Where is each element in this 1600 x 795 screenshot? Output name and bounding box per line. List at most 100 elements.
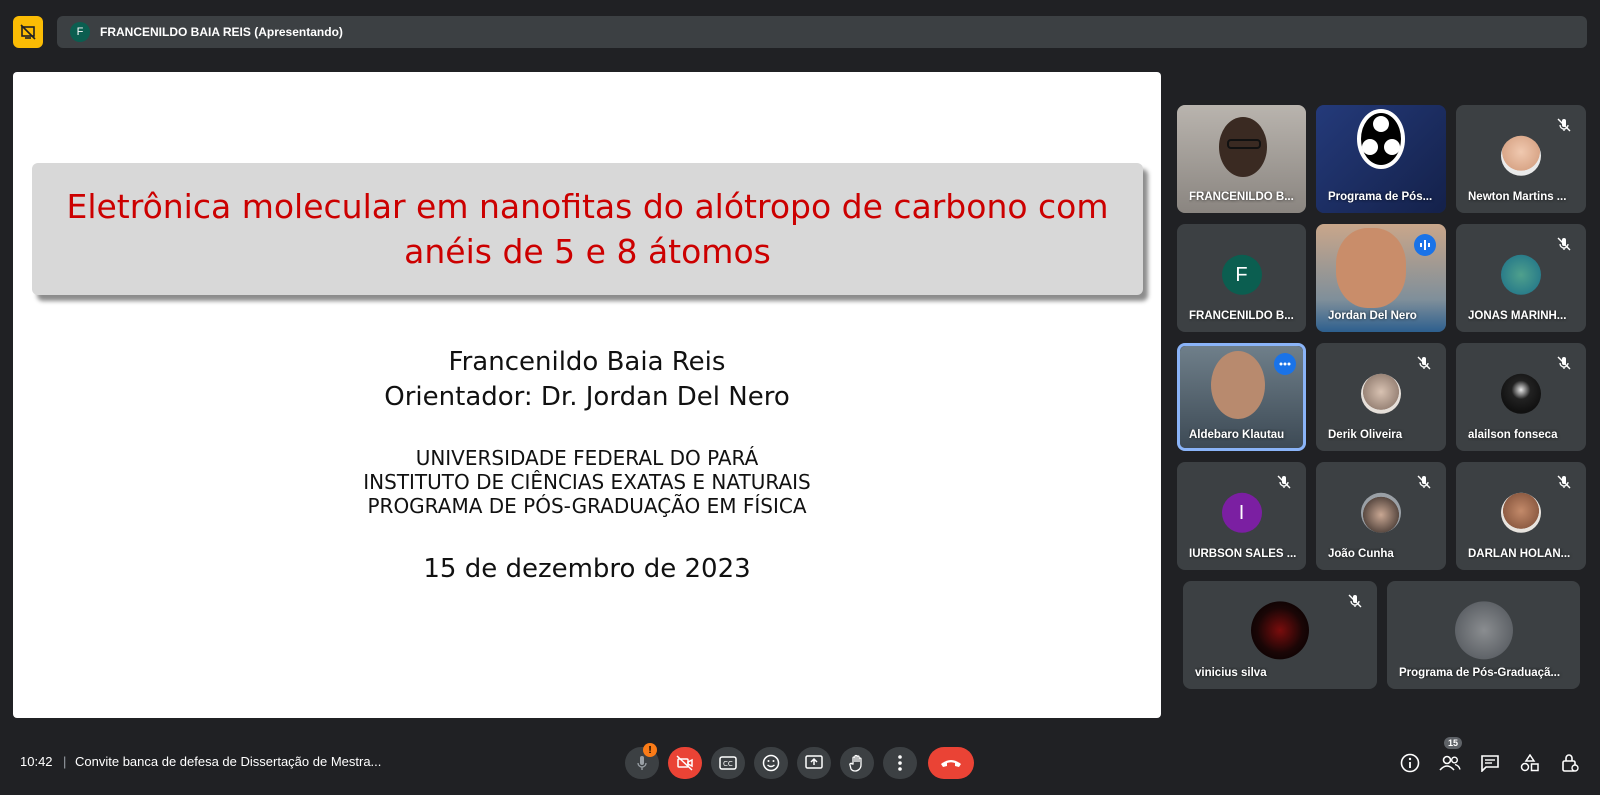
participant-name: DARLAN HOLAN... — [1468, 548, 1571, 560]
participant-tile[interactable]: vinicius silva — [1183, 581, 1377, 689]
slide-institution: UNIVERSIDADE FEDERAL DO PARÁ INSTITUTO D… — [13, 446, 1161, 518]
participant-tile[interactable]: alailson fonseca — [1456, 343, 1586, 451]
participant-tile[interactable]: JONAS MARINH... — [1456, 224, 1586, 332]
mic-off-icon — [1557, 356, 1571, 370]
institution-line: PROGRAMA DE PÓS-GRADUAÇÃO EM FÍSICA — [367, 494, 807, 518]
participant-tile[interactable]: F FRANCENILDO B... — [1177, 224, 1306, 332]
microphone-button[interactable]: ! — [625, 743, 659, 779]
participant-name: IURBSON SALES ... — [1189, 548, 1297, 560]
emoji-icon — [762, 754, 780, 772]
hand-icon — [849, 754, 862, 772]
svg-text:CC: CC — [723, 760, 733, 768]
presenter-bar: F FRANCENILDO BAIA REIS (Apresentando) — [57, 16, 1587, 48]
participant-avatar — [1361, 373, 1401, 414]
more-options-icon[interactable] — [1274, 353, 1296, 375]
obs-logo-icon — [1357, 109, 1405, 169]
participant-tile[interactable]: João Cunha — [1316, 462, 1446, 570]
chat-button[interactable] — [1476, 749, 1504, 777]
participant-name: Jordan Del Nero — [1328, 310, 1417, 322]
mic-off-icon — [1417, 356, 1431, 370]
participant-tile[interactable]: DARLAN HOLAN... — [1456, 462, 1586, 570]
institution-line: UNIVERSIDADE FEDERAL DO PARÁ — [415, 446, 759, 470]
participant-name: Aldebaro Klautau — [1189, 429, 1285, 441]
slide-date: 15 de dezembro de 2023 — [423, 554, 751, 584]
more-options-button[interactable] — [883, 747, 917, 779]
glasses-shape — [1227, 139, 1261, 149]
people-icon — [1439, 755, 1461, 771]
participant-avatar — [1501, 492, 1541, 533]
participant-photo — [1336, 228, 1406, 308]
separator: | — [63, 754, 67, 769]
participant-avatar — [1501, 254, 1541, 295]
meeting-details-button[interactable] — [1396, 749, 1424, 777]
camera-off-icon — [676, 755, 693, 771]
participant-tile[interactable]: FRANCENILDO B... — [1177, 105, 1306, 213]
slide-title: Eletrônica molecular em nanofitas do aló… — [32, 163, 1143, 295]
raise-hand-button[interactable] — [840, 747, 874, 779]
shapes-icon — [1520, 754, 1539, 772]
presentation-slide: Eletrônica molecular em nanofitas do aló… — [13, 72, 1161, 718]
slide-advisor: Orientador: Dr. Jordan Del Nero — [384, 382, 790, 412]
mic-off-icon — [1277, 475, 1291, 489]
participant-avatar — [1251, 601, 1309, 660]
activities-button[interactable] — [1516, 749, 1544, 777]
meeting-clock: 10:42 — [20, 754, 53, 769]
chat-icon — [1481, 755, 1499, 772]
participant-tile[interactable]: Programa de Pós... — [1316, 105, 1446, 213]
host-controls-button[interactable] — [1556, 749, 1584, 777]
present-screen-icon — [805, 755, 823, 769]
reactions-button[interactable] — [754, 747, 788, 779]
participant-tile[interactable]: Programa de Pós-Graduaçã... — [1387, 581, 1580, 689]
closed-captions-icon: CC — [719, 756, 737, 770]
mic-icon — [637, 756, 647, 770]
participant-name: FRANCENILDO B... — [1189, 310, 1294, 322]
participant-name: Newton Martins ... — [1468, 191, 1567, 203]
camera-off-button[interactable] — [668, 747, 702, 779]
present-screen-button[interactable] — [797, 747, 831, 779]
participant-name: João Cunha — [1328, 548, 1394, 560]
mic-off-icon — [1557, 475, 1571, 489]
participant-tile[interactable]: Derik Oliveira — [1316, 343, 1446, 451]
participant-name: JONAS MARINH... — [1468, 310, 1567, 322]
captions-button[interactable]: CC — [711, 747, 745, 779]
slide-author-block: Francenildo Baia Reis Orientador: Dr. Jo… — [13, 345, 1161, 415]
participant-name: Programa de Pós-Graduaçã... — [1399, 667, 1561, 679]
mic-off-icon — [1348, 594, 1362, 608]
bottom-control-bar: 10:42 | Convite banca de defesa de Disse… — [0, 735, 1600, 790]
participant-name: Derik Oliveira — [1328, 429, 1403, 441]
presenter-avatar: F — [70, 22, 90, 42]
present-off-icon — [20, 24, 36, 40]
participant-tile[interactable]: Aldebaro Klautau — [1177, 343, 1306, 451]
meeting-title: Convite banca de defesa de Dissertação d… — [75, 754, 382, 769]
participant-tile[interactable]: Jordan Del Nero — [1316, 224, 1446, 332]
leave-call-button[interactable] — [928, 747, 974, 779]
people-button[interactable]: 15 — [1436, 737, 1464, 777]
participant-avatar — [1501, 373, 1541, 414]
info-icon — [1400, 753, 1420, 773]
participant-avatar: F — [1221, 254, 1262, 295]
mic-warning-badge: ! — [643, 743, 657, 757]
presenter-label: FRANCENILDO BAIA REIS (Apresentando) — [100, 25, 343, 39]
participant-name: FRANCENILDO B... — [1189, 191, 1294, 203]
mic-off-icon — [1557, 237, 1571, 251]
participant-name: Programa de Pós... — [1328, 191, 1433, 203]
institution-line: INSTITUTO DE CIÊNCIAS EXATAS E NATURAIS — [363, 470, 811, 494]
participant-name: vinicius silva — [1195, 667, 1267, 679]
participant-avatar — [1361, 492, 1401, 533]
more-vert-icon — [898, 755, 902, 771]
slide-author: Francenildo Baia Reis — [448, 347, 726, 377]
participant-name: alailson fonseca — [1468, 429, 1558, 441]
participant-avatar — [1454, 601, 1513, 660]
mic-off-icon — [1557, 118, 1571, 132]
participant-tile[interactable]: Newton Martins ... — [1456, 105, 1586, 213]
stop-presenting-button[interactable] — [13, 16, 43, 48]
participant-photo — [1211, 351, 1265, 419]
call-end-icon — [941, 760, 961, 767]
participant-avatar: I — [1221, 492, 1262, 533]
lock-person-icon — [1562, 754, 1579, 772]
mic-off-icon — [1417, 475, 1431, 489]
speaking-indicator-icon — [1414, 234, 1436, 256]
people-count-badge: 15 — [1444, 737, 1463, 749]
participant-tile[interactable]: I IURBSON SALES ... — [1177, 462, 1306, 570]
participant-avatar — [1501, 135, 1541, 176]
